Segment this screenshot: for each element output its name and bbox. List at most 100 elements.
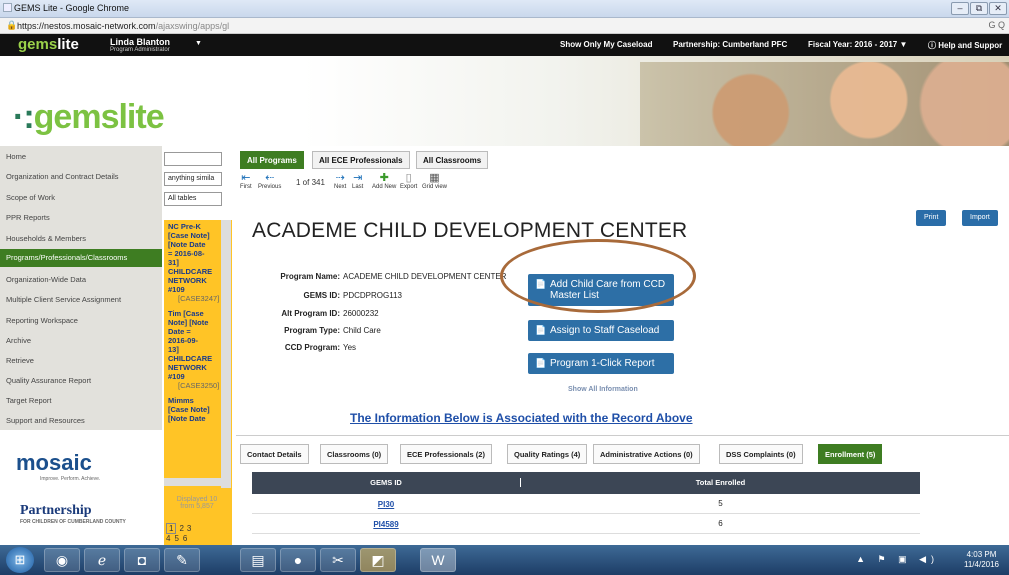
subtab-administrative-actions[interactable]: Administrative Actions (0) [593,444,700,464]
sidebar-item-households[interactable]: Households & Members [6,234,158,243]
ie-taskbar-icon[interactable]: ℯ [84,548,120,572]
sidebar-item-home[interactable]: Home [6,152,158,161]
program-report-button[interactable]: Program 1-Click Report [528,353,674,374]
snipping-taskbar-icon[interactable]: ✂ [320,548,356,572]
extension-icons[interactable]: G Q [988,20,1005,30]
subtab-contact-details[interactable]: Contact Details [240,444,309,464]
search-scope-select[interactable]: All tables [164,192,222,206]
field-label: Program Name: [280,272,340,281]
row-gems-id-link[interactable]: PI4589 [252,520,520,529]
user-name[interactable]: Linda Blanton [110,37,170,47]
explorer-taskbar-icon[interactable]: ▤ [240,548,276,572]
help-link[interactable]: ⓘ Help and Suppor [928,40,1002,51]
search-mode-select[interactable]: anything simila [164,172,222,186]
list-scrollbar[interactable] [221,220,231,488]
tools-taskbar-icon[interactable]: ✎ [164,548,200,572]
system-tray[interactable]: ▲ ⚑ ▣ ◀) [856,554,939,565]
user-menu-chevron-icon[interactable]: ▼ [195,40,202,47]
next-icon: ⇢ [335,172,345,184]
partnership-menu[interactable]: Partnership: Cumberland PFC [673,40,787,49]
first-icon: ⇤ [241,172,251,184]
subtab-enrollment[interactable]: Enrollment (5) [818,444,883,464]
gemslite-logo: ·:gemslite [13,98,165,136]
sidebar-item-scope[interactable]: Scope of Work [6,193,158,202]
pagination: 123 456 [166,523,191,543]
tab-all-programs[interactable]: All Programs [240,151,304,169]
field-label: Alt Program ID: [281,309,340,318]
logo-part-a: gems [33,98,120,136]
start-button[interactable]: ⊞ [6,547,34,573]
sidebar-item-reporting[interactable]: Reporting Workspace [6,316,158,325]
clock-date: 11/4/2016 [964,560,999,569]
sidebar-item-ppr[interactable]: PPR Reports [6,213,158,222]
sidebar-item-target-report[interactable]: Target Report [6,396,158,405]
assign-caseload-button[interactable]: Assign to Staff Caseload [528,320,674,341]
page-4-link[interactable]: 4 [166,534,170,543]
page-1-link[interactable]: 1 [166,523,177,534]
office-taskbar-icon[interactable]: ◩ [360,548,396,572]
brand-part-b: lite [57,36,79,53]
export-button[interactable]: ▯ Export [400,172,417,190]
add-new-button[interactable]: ✚ Add New [372,172,396,190]
row-total: 5 [520,499,920,508]
field-label: CCD Program: [284,343,340,352]
brand-logo[interactable]: gemslite [18,36,79,53]
sidebar-item-multiple-client[interactable]: Multiple Client Service Assignment [6,295,158,304]
sidebar-item-orgwide[interactable]: Organization-Wide Data [6,275,158,284]
url-host: https://nestos.mosaic-network.com [17,21,156,31]
list-horizontal-scrollbar[interactable] [164,478,222,486]
outlook-taskbar-icon[interactable]: ◘ [124,548,160,572]
print-button[interactable]: Print [916,210,947,226]
row-total: 6 [520,519,920,528]
page-6-link[interactable]: 6 [183,534,187,543]
page-2-link[interactable]: 2 [179,524,183,533]
sidebar-item-org-contract[interactable]: Organization and Contract Details [6,172,158,181]
address-bar[interactable]: 🔒 https://nestos.mosaic-network.com/ajax… [0,18,1009,34]
next-button[interactable]: ⇢ Next [334,172,346,190]
previous-button[interactable]: ⇠ Previous [258,172,281,190]
subtab-classrooms[interactable]: Classrooms (0) [320,444,389,464]
last-button[interactable]: ⇥ Last [352,172,363,190]
url-path: /ajaxswing/apps/gl [155,21,230,31]
minimize-button[interactable]: – [951,2,969,15]
grid-view-button[interactable]: ▦ Grid view [422,172,447,190]
add-new-label: Add New [372,184,397,190]
subtab-dss-complaints[interactable]: DSS Complaints (0) [719,444,803,464]
url-text[interactable]: https://nestos.mosaic-network.com/ajaxsw… [17,21,229,31]
clock[interactable]: 4:03 PM 11/4/2016 [964,550,999,570]
first-label: First [240,184,252,190]
page-5-link[interactable]: 5 [174,534,178,543]
caseload-link[interactable]: Show Only My Caseload [560,40,652,49]
lock-icon: 🔒 [6,20,18,30]
word-taskbar-icon[interactable]: W [420,548,456,572]
subtab-quality-ratings[interactable]: Quality Ratings (4) [507,444,588,464]
sidebar-item-support[interactable]: Support and Resources [6,416,158,425]
sidebar-item-retrieve[interactable]: Retrieve [6,356,158,365]
header-banner: ·:gemslite [0,56,1009,146]
window-titlebar: GEMS Lite - Google Chrome – ⧉ ✕ [0,0,1009,18]
page-3-link[interactable]: 3 [187,524,191,533]
maximize-button[interactable]: ⧉ [970,2,988,15]
firefox-taskbar-icon[interactable]: ● [280,548,316,572]
chrome-taskbar-icon[interactable]: ◉ [44,548,80,572]
sidebar-item-archive[interactable]: Archive [6,336,158,345]
subtab-ece-professionals[interactable]: ECE Professionals (2) [400,444,492,464]
tab-all-classrooms[interactable]: All Classrooms [416,151,489,169]
taskbar: ⊞ ◉ ℯ ◘ ✎ ▤ ● ✂ ◩ W ▲ ⚑ ▣ ◀) 4:03 PM 11/4… [0,545,1009,575]
sidebar-item-programs[interactable]: Programs/Professionals/Classrooms [0,249,162,267]
show-all-link[interactable]: Show All Information [568,386,638,393]
previous-label: Previous [258,184,282,190]
import-button[interactable]: Import [962,210,998,226]
tab-all-ece-professionals[interactable]: All ECE Professionals [312,151,410,169]
grid-view-label: Grid view [422,184,448,190]
row-gems-id-link[interactable]: PI30 [252,500,520,509]
sidebar-item-qa-report[interactable]: Quality Assurance Report [6,376,158,385]
field-label: GEMS ID: [303,291,340,300]
first-button[interactable]: ⇤ First [240,172,252,190]
field-alt-program-id: Alt Program ID: 26000232 [236,309,378,318]
mosaic-logo-text: mosaic [16,450,92,475]
export-label: Export [400,184,418,190]
close-button[interactable]: ✕ [989,2,1007,15]
search-input[interactable] [164,152,222,166]
fiscal-year-menu[interactable]: Fiscal Year: 2016 - 2017 ▼ [808,40,907,49]
